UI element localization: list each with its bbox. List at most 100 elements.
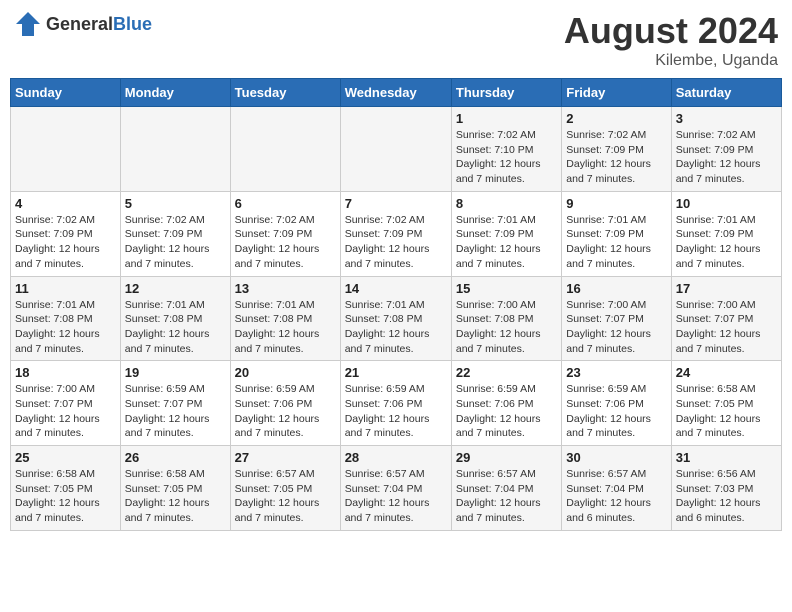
day-number: 12 xyxy=(125,281,226,296)
day-of-week-header: Saturday xyxy=(671,79,781,107)
calendar-week-row: 11Sunrise: 7:01 AM Sunset: 7:08 PM Dayli… xyxy=(11,276,782,361)
calendar-cell: 13Sunrise: 7:01 AM Sunset: 7:08 PM Dayli… xyxy=(230,276,340,361)
day-number: 9 xyxy=(566,196,666,211)
calendar-cell: 5 Sunrise: 7:02 AM Sunset: 7:09 PM Daylig… xyxy=(120,191,230,276)
day-info: Sunrise: 7:01 AM Sunset: 7:09 PM Dayligh… xyxy=(456,213,557,272)
day-number: 22 xyxy=(456,365,557,380)
calendar-week-row: 4 Sunrise: 7:02 AM Sunset: 7:09 PM Daylig… xyxy=(11,191,782,276)
calendar-header-row: SundayMondayTuesdayWednesdayThursdayFrid… xyxy=(11,79,782,107)
day-number: 24 xyxy=(676,365,777,380)
day-info: Sunrise: 6:59 AM Sunset: 7:07 PM Dayligh… xyxy=(125,382,226,441)
day-info: Sunrise: 6:58 AM Sunset: 7:05 PM Dayligh… xyxy=(125,467,226,526)
day-info: Sunrise: 7:00 AM Sunset: 7:07 PM Dayligh… xyxy=(15,382,116,441)
calendar-table: SundayMondayTuesdayWednesdayThursdayFrid… xyxy=(10,78,782,531)
day-info: Sunrise: 7:01 AM Sunset: 7:08 PM Dayligh… xyxy=(235,298,336,357)
calendar-week-row: 18 Sunrise: 7:00 AM Sunset: 7:07 PM Dayli… xyxy=(11,361,782,446)
logo: GeneralBlue xyxy=(14,10,152,38)
calendar-cell: 29 Sunrise: 6:57 AM Sunset: 7:04 PM Dayli… xyxy=(451,446,561,531)
calendar-cell: 28 Sunrise: 6:57 AM Sunset: 7:04 PM Dayli… xyxy=(340,446,451,531)
calendar-cell: 11Sunrise: 7:01 AM Sunset: 7:08 PM Dayli… xyxy=(11,276,121,361)
day-number: 23 xyxy=(566,365,666,380)
day-info: Sunrise: 6:57 AM Sunset: 7:05 PM Dayligh… xyxy=(235,467,336,526)
calendar-body: 1 Sunrise: 7:02 AM Sunset: 7:10 PM Daylig… xyxy=(11,107,782,531)
day-info: Sunrise: 6:56 AM Sunset: 7:03 PM Dayligh… xyxy=(676,467,777,526)
day-number: 27 xyxy=(235,450,336,465)
day-info: Sunrise: 7:02 AM Sunset: 7:09 PM Dayligh… xyxy=(566,128,666,187)
day-number: 26 xyxy=(125,450,226,465)
day-info: Sunrise: 7:01 AM Sunset: 7:08 PM Dayligh… xyxy=(15,298,116,357)
day-number: 18 xyxy=(15,365,116,380)
calendar-cell: 12 Sunrise: 7:01 AM Sunset: 7:08 PM Dayli… xyxy=(120,276,230,361)
calendar-cell: 14 Sunrise: 7:01 AM Sunset: 7:08 PM Dayli… xyxy=(340,276,451,361)
calendar-cell: 1 Sunrise: 7:02 AM Sunset: 7:10 PM Daylig… xyxy=(451,107,561,192)
day-number: 10 xyxy=(676,196,777,211)
day-info: Sunrise: 6:59 AM Sunset: 7:06 PM Dayligh… xyxy=(345,382,447,441)
day-info: Sunrise: 7:00 AM Sunset: 7:07 PM Dayligh… xyxy=(566,298,666,357)
day-number: 21 xyxy=(345,365,447,380)
day-info: Sunrise: 6:58 AM Sunset: 7:05 PM Dayligh… xyxy=(676,382,777,441)
calendar-cell: 23 Sunrise: 6:59 AM Sunset: 7:06 PM Dayli… xyxy=(562,361,671,446)
calendar-cell: 19Sunrise: 6:59 AM Sunset: 7:07 PM Dayli… xyxy=(120,361,230,446)
calendar-cell: 30 Sunrise: 6:57 AM Sunset: 7:04 PM Dayli… xyxy=(562,446,671,531)
calendar-cell xyxy=(120,107,230,192)
day-number: 29 xyxy=(456,450,557,465)
day-number: 8 xyxy=(456,196,557,211)
day-info: Sunrise: 7:02 AM Sunset: 7:09 PM Dayligh… xyxy=(125,213,226,272)
day-of-week-header: Tuesday xyxy=(230,79,340,107)
day-info: Sunrise: 6:57 AM Sunset: 7:04 PM Dayligh… xyxy=(566,467,666,526)
calendar-week-row: 1 Sunrise: 7:02 AM Sunset: 7:10 PM Daylig… xyxy=(11,107,782,192)
subtitle: Kilembe, Uganda xyxy=(564,52,778,70)
title-block: August 2024 Kilembe, Uganda xyxy=(564,10,778,70)
day-number: 28 xyxy=(345,450,447,465)
day-info: Sunrise: 7:01 AM Sunset: 7:08 PM Dayligh… xyxy=(345,298,447,357)
calendar-cell: 7Sunrise: 7:02 AM Sunset: 7:09 PM Daylig… xyxy=(340,191,451,276)
day-number: 15 xyxy=(456,281,557,296)
calendar-cell xyxy=(11,107,121,192)
day-of-week-header: Sunday xyxy=(11,79,121,107)
calendar-cell: 8 Sunrise: 7:01 AM Sunset: 7:09 PM Daylig… xyxy=(451,191,561,276)
day-of-week-header: Monday xyxy=(120,79,230,107)
day-number: 7 xyxy=(345,196,447,211)
calendar-cell xyxy=(230,107,340,192)
day-info: Sunrise: 7:02 AM Sunset: 7:10 PM Dayligh… xyxy=(456,128,557,187)
day-info: Sunrise: 7:01 AM Sunset: 7:08 PM Dayligh… xyxy=(125,298,226,357)
day-info: Sunrise: 7:00 AM Sunset: 7:08 PM Dayligh… xyxy=(456,298,557,357)
day-info: Sunrise: 7:00 AM Sunset: 7:07 PM Dayligh… xyxy=(676,298,777,357)
calendar-cell: 20 Sunrise: 6:59 AM Sunset: 7:06 PM Dayli… xyxy=(230,361,340,446)
day-info: Sunrise: 6:57 AM Sunset: 7:04 PM Dayligh… xyxy=(345,467,447,526)
calendar-cell: 6 Sunrise: 7:02 AM Sunset: 7:09 PM Daylig… xyxy=(230,191,340,276)
day-info: Sunrise: 7:02 AM Sunset: 7:09 PM Dayligh… xyxy=(15,213,116,272)
day-number: 2 xyxy=(566,111,666,126)
calendar-cell: 22 Sunrise: 6:59 AM Sunset: 7:06 PM Dayli… xyxy=(451,361,561,446)
day-number: 1 xyxy=(456,111,557,126)
calendar-cell: 3Sunrise: 7:02 AM Sunset: 7:09 PM Daylig… xyxy=(671,107,781,192)
day-number: 14 xyxy=(345,281,447,296)
day-number: 4 xyxy=(15,196,116,211)
calendar-cell: 27 Sunrise: 6:57 AM Sunset: 7:05 PM Dayli… xyxy=(230,446,340,531)
day-info: Sunrise: 6:58 AM Sunset: 7:05 PM Dayligh… xyxy=(15,467,116,526)
day-number: 30 xyxy=(566,450,666,465)
day-number: 5 xyxy=(125,196,226,211)
day-info: Sunrise: 6:59 AM Sunset: 7:06 PM Dayligh… xyxy=(566,382,666,441)
calendar-cell: 4 Sunrise: 7:02 AM Sunset: 7:09 PM Daylig… xyxy=(11,191,121,276)
calendar-cell: 25 Sunrise: 6:58 AM Sunset: 7:05 PM Dayli… xyxy=(11,446,121,531)
day-number: 31 xyxy=(676,450,777,465)
day-of-week-header: Friday xyxy=(562,79,671,107)
day-info: Sunrise: 7:02 AM Sunset: 7:09 PM Dayligh… xyxy=(235,213,336,272)
logo-blue: Blue xyxy=(113,14,152,34)
day-info: Sunrise: 7:02 AM Sunset: 7:09 PM Dayligh… xyxy=(676,128,777,187)
day-number: 6 xyxy=(235,196,336,211)
day-number: 16 xyxy=(566,281,666,296)
calendar-cell: 16 Sunrise: 7:00 AM Sunset: 7:07 PM Dayli… xyxy=(562,276,671,361)
day-info: Sunrise: 6:57 AM Sunset: 7:04 PM Dayligh… xyxy=(456,467,557,526)
calendar-week-row: 25 Sunrise: 6:58 AM Sunset: 7:05 PM Dayli… xyxy=(11,446,782,531)
day-number: 25 xyxy=(15,450,116,465)
calendar-cell: 15 Sunrise: 7:00 AM Sunset: 7:08 PM Dayli… xyxy=(451,276,561,361)
day-info: Sunrise: 6:59 AM Sunset: 7:06 PM Dayligh… xyxy=(235,382,336,441)
calendar-cell: 24 Sunrise: 6:58 AM Sunset: 7:05 PM Dayli… xyxy=(671,361,781,446)
main-title: August 2024 xyxy=(564,10,778,52)
calendar-cell: 26 Sunrise: 6:58 AM Sunset: 7:05 PM Dayli… xyxy=(120,446,230,531)
day-number: 20 xyxy=(235,365,336,380)
day-info: Sunrise: 6:59 AM Sunset: 7:06 PM Dayligh… xyxy=(456,382,557,441)
day-info: Sunrise: 7:01 AM Sunset: 7:09 PM Dayligh… xyxy=(566,213,666,272)
